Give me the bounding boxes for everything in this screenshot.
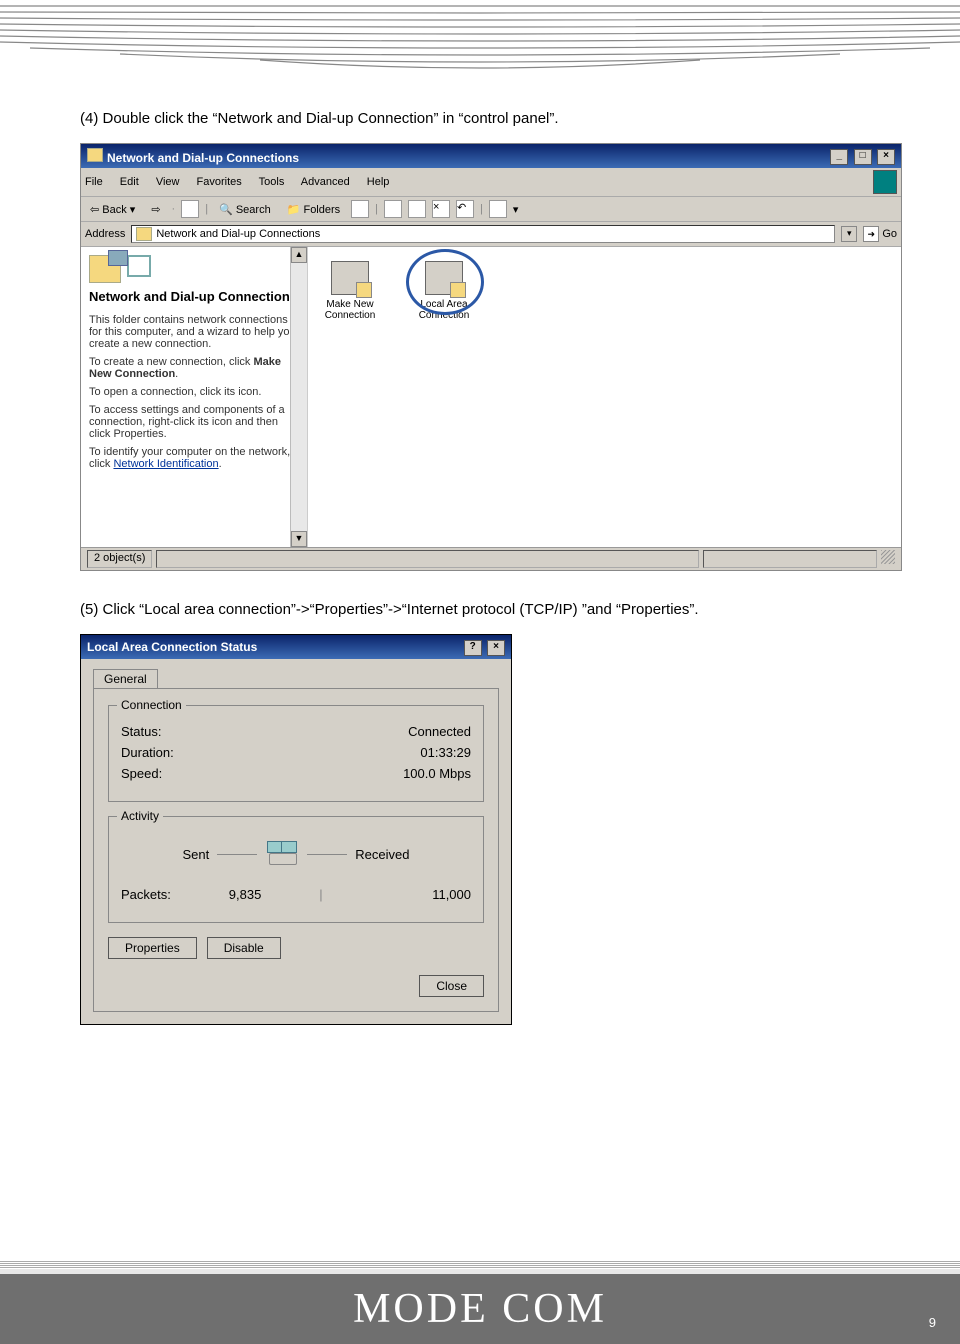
address-bar: Address Network and Dial-up Connections … <box>81 222 901 247</box>
network-folder-icon <box>89 255 121 283</box>
minimize-button[interactable]: _ <box>830 149 848 165</box>
speed-value: 100.0 Mbps <box>403 766 471 781</box>
file-icon-area: Make New Connection Local Area Connectio… <box>308 247 901 547</box>
menu-advanced[interactable]: Advanced <box>301 176 350 188</box>
menu-tools[interactable]: Tools <box>259 176 285 188</box>
scroll-up-icon[interactable]: ▲ <box>291 247 307 263</box>
close-button[interactable]: × <box>877 149 895 165</box>
status-object-count: 2 object(s) <box>87 550 152 568</box>
address-value: Network and Dial-up Connections <box>156 228 320 240</box>
status-cell <box>156 550 699 568</box>
local-area-connection-icon[interactable]: Local Area Connection <box>412 261 476 321</box>
status-cell <box>703 550 877 568</box>
history-icon[interactable] <box>351 200 369 218</box>
received-label: Received <box>355 847 409 862</box>
folders-button[interactable]: 📁 Folders <box>282 201 345 218</box>
navigation-toolbar: ⇦ Back ▾ ⇨ · | 🔍 Search 📁 Folders | × ↶ … <box>81 197 901 222</box>
menu-favorites[interactable]: Favorites <box>197 176 242 188</box>
tab-general[interactable]: General <box>93 669 158 688</box>
up-icon[interactable] <box>181 200 199 218</box>
address-dropdown-icon[interactable]: ▾ <box>841 226 857 242</box>
network-connections-window: Network and Dial-up Connections _ □ × Fi… <box>80 143 902 571</box>
panel-text: To access settings and components of a c… <box>89 404 299 440</box>
menu-view[interactable]: View <box>156 176 180 188</box>
menu-bar: File Edit View Favorites Tools Advanced … <box>81 168 901 197</box>
activity-group: Activity Sent Received <box>108 816 484 923</box>
menu-help[interactable]: Help <box>367 176 390 188</box>
status-label: Status: <box>121 724 161 739</box>
packets-sent-value: 9,835 <box>171 887 319 902</box>
dialog-titlebar: Local Area Connection Status ? × <box>81 635 511 659</box>
group-legend: Connection <box>117 698 186 712</box>
panel-scrollbar[interactable]: ▲ ▼ <box>290 247 307 547</box>
forward-button[interactable]: ⇨ <box>146 201 165 218</box>
panel-heading: Network and Dial-up Connections <box>89 289 299 304</box>
dialog-title: Local Area Connection Status <box>87 640 257 654</box>
packets-label: Packets: <box>121 887 171 902</box>
close-dialog-button[interactable]: Close <box>419 975 484 997</box>
panel-text: To open a connection, click its icon. <box>89 386 299 398</box>
page-number: 9 <box>929 1315 936 1330</box>
footer-logo: MODE COM <box>353 1285 607 1333</box>
go-button[interactable]: ➜Go <box>863 226 897 242</box>
panel-text: To create a new connection, click Make N… <box>89 356 299 380</box>
window-title: Network and Dial-up Connections <box>107 151 299 165</box>
disable-button[interactable]: Disable <box>207 937 281 959</box>
packets-received-value: 11,000 <box>323 887 471 902</box>
instruction-step-5: (5) Click “Local area connection”->“Prop… <box>80 601 900 618</box>
panel-text: To identify your computer on the network… <box>89 446 299 470</box>
network-activity-icon <box>265 839 299 869</box>
maximize-button[interactable]: □ <box>854 149 872 165</box>
sent-label: Sent <box>183 847 210 862</box>
views-icon[interactable] <box>489 200 507 218</box>
status-value: Connected <box>408 724 471 739</box>
address-input[interactable]: Network and Dial-up Connections <box>131 225 835 243</box>
windows-logo-icon <box>873 170 897 194</box>
folder-icon <box>136 227 152 241</box>
duration-value: 01:33:29 <box>420 745 471 760</box>
instruction-step-4: (4) Double click the “Network and Dial-u… <box>80 110 900 127</box>
menu-file[interactable]: File <box>85 176 103 188</box>
panel-text: This folder contains network connections… <box>89 314 299 350</box>
tab-panel: Connection Status: Connected Duration: 01:… <box>93 688 499 1012</box>
back-button[interactable]: ⇦ Back ▾ <box>85 201 140 218</box>
decorative-frame-icon <box>127 255 151 277</box>
resize-grip-icon[interactable] <box>881 550 895 564</box>
status-bar: 2 object(s) <box>81 547 901 570</box>
duration-label: Duration: <box>121 745 174 760</box>
close-button[interactable]: × <box>487 640 505 656</box>
scroll-down-icon[interactable]: ▼ <box>291 531 307 547</box>
help-button[interactable]: ? <box>464 640 482 656</box>
folder-icon <box>87 148 103 162</box>
properties-button[interactable]: Properties <box>108 937 197 959</box>
page-footer: MODE COM 9 <box>0 1261 960 1344</box>
info-side-panel: Network and Dial-up Connections This fol… <box>81 247 308 547</box>
delete-icon[interactable]: × <box>432 200 450 218</box>
move-to-icon[interactable] <box>384 200 402 218</box>
copy-to-icon[interactable] <box>408 200 426 218</box>
network-identification-link[interactable]: Network Identification <box>113 458 218 470</box>
window-titlebar: Network and Dial-up Connections _ □ × <box>81 144 901 168</box>
lan-status-dialog: Local Area Connection Status ? × General… <box>80 634 512 1025</box>
menu-edit[interactable]: Edit <box>120 176 139 188</box>
make-new-connection-icon[interactable]: Make New Connection <box>318 261 382 321</box>
undo-icon[interactable]: ↶ <box>456 200 474 218</box>
decorative-header-lines <box>0 0 960 80</box>
address-label: Address <box>85 228 125 240</box>
search-button[interactable]: 🔍 Search <box>214 201 276 218</box>
speed-label: Speed: <box>121 766 162 781</box>
connection-group: Connection Status:Connected Duration:01:… <box>108 705 484 802</box>
group-legend: Activity <box>117 809 163 823</box>
